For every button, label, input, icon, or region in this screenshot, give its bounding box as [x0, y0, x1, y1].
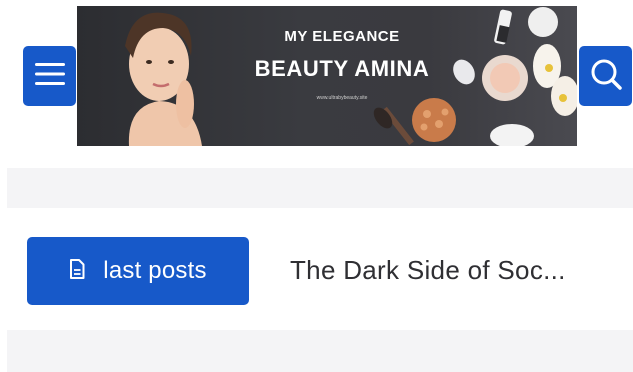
- site-header: MY ELEGANCE BEAUTY AMINA www.ultrabybeau…: [0, 0, 633, 152]
- banner-text: MY ELEGANCE BEAUTY AMINA www.ultrabybeau…: [237, 28, 447, 101]
- hamburger-menu-icon: [34, 61, 65, 92]
- last-posts-button[interactable]: last posts: [27, 237, 249, 305]
- banner-url: www.ultrabybeauty.site: [316, 95, 368, 101]
- latest-posts-ticker: last posts The Dark Side of Soc...: [7, 208, 633, 330]
- search-button[interactable]: [579, 46, 632, 106]
- site-logo-banner[interactable]: MY ELEGANCE BEAUTY AMINA www.ultrabybeau…: [77, 6, 577, 146]
- menu-button[interactable]: [23, 46, 76, 106]
- banner-subtitle: MY ELEGANCE: [284, 28, 400, 45]
- last-posts-label: last posts: [103, 257, 207, 284]
- search-icon: [589, 57, 623, 96]
- section-divider-bottom: [7, 330, 633, 372]
- ticker-headline-link[interactable]: The Dark Side of Soc...: [290, 255, 566, 286]
- section-divider: [7, 168, 633, 208]
- banner-title: BEAUTY AMINA: [254, 56, 430, 81]
- document-icon: [69, 258, 103, 284]
